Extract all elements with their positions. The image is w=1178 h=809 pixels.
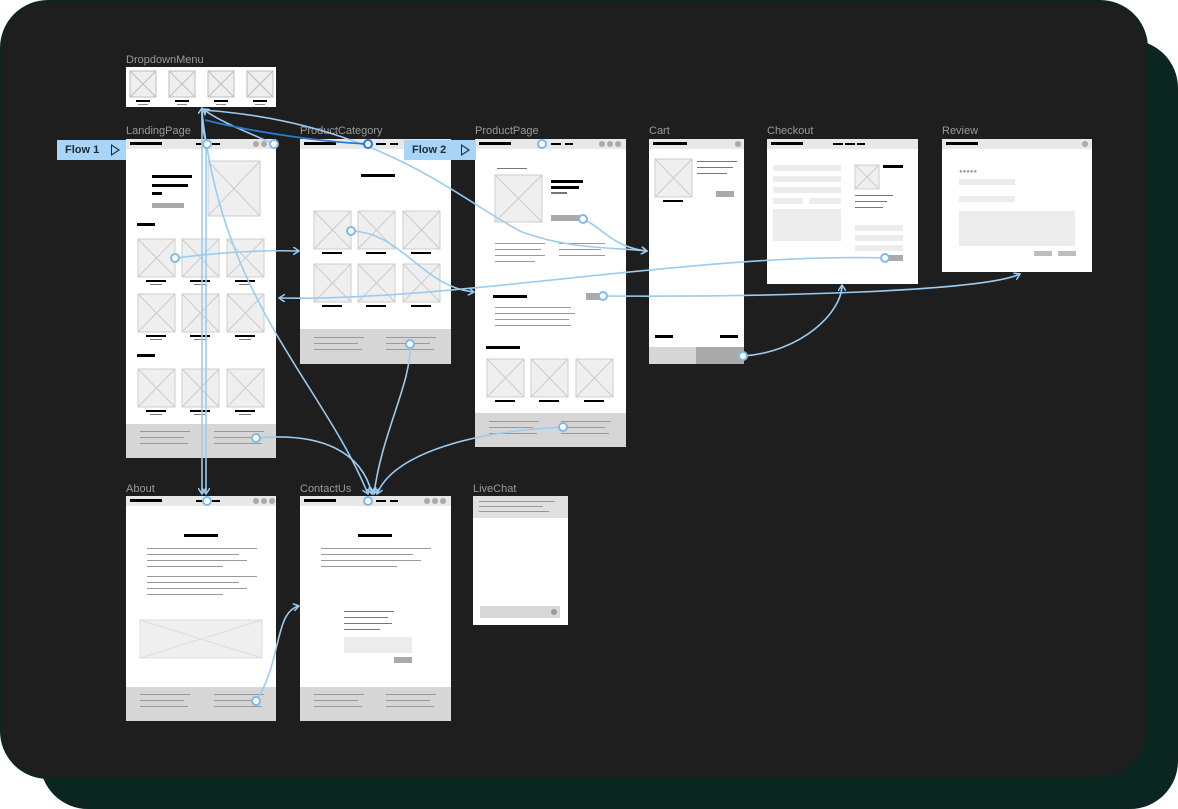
contact-us-wireframe — [300, 496, 451, 721]
hotspot-product-footer[interactable] — [558, 422, 568, 432]
hotspot-checkout-confirm[interactable] — [880, 253, 890, 263]
hotspot-contact-menu[interactable] — [363, 496, 373, 506]
hotspot-cart-checkout[interactable] — [738, 351, 748, 361]
frame-label-live-chat[interactable]: LiveChat — [473, 483, 516, 495]
live-chat-wireframe — [473, 496, 568, 618]
frame-cart[interactable] — [649, 139, 744, 364]
connector-category-footer-to-contact — [374, 343, 411, 494]
flow-2-start[interactable]: Flow 2 — [404, 140, 476, 160]
frame-review[interactable]: ●●●●● — [942, 139, 1092, 272]
frame-label-cart[interactable]: Cart — [649, 125, 670, 137]
hotspot-landing-footer[interactable] — [251, 433, 261, 443]
hotspot-landing-nav[interactable] — [269, 139, 279, 149]
connector-cart-to-checkout — [742, 285, 842, 357]
frame-label-contact-us[interactable]: ContactUs — [300, 483, 351, 495]
frame-label-about[interactable]: About — [126, 483, 155, 495]
frame-label-dropdown-menu[interactable]: DropdownMenu — [126, 54, 204, 66]
hotspot-product-menu[interactable] — [537, 139, 547, 149]
hotspot-about-menu[interactable] — [202, 496, 212, 506]
frame-product-category[interactable] — [300, 139, 451, 364]
product-category-wireframe — [300, 139, 451, 364]
hotspot-landing-menu[interactable] — [202, 139, 212, 149]
frame-label-landing-page[interactable]: LandingPage — [126, 125, 191, 137]
hotspot-add-to-cart[interactable] — [578, 214, 588, 224]
flow-2-label: Flow 2 — [412, 144, 447, 156]
frame-label-review[interactable]: Review — [942, 125, 978, 137]
flow-1-label: Flow 1 — [65, 144, 100, 156]
frame-live-chat[interactable] — [473, 496, 568, 625]
dropdown-wireframe — [129, 70, 274, 105]
frame-checkout[interactable] — [767, 139, 918, 284]
hotspot-category-item[interactable] — [346, 226, 356, 236]
checkout-wireframe — [767, 139, 918, 261]
frame-about[interactable] — [126, 496, 276, 721]
cart-wireframe — [649, 139, 744, 364]
frame-dropdown-menu[interactable] — [126, 67, 276, 107]
about-wireframe — [126, 496, 276, 721]
frame-landing-page[interactable] — [126, 139, 276, 458]
review-rating-stars[interactable]: ●●●●● — [959, 168, 977, 176]
frame-label-checkout[interactable]: Checkout — [767, 125, 813, 137]
flow-1-start[interactable]: Flow 1 — [57, 140, 126, 160]
hotspot-about-footer[interactable] — [251, 696, 261, 706]
frame-label-product-category[interactable]: ProductCategory — [300, 125, 383, 137]
hotspot-category-footer[interactable] — [405, 339, 415, 349]
play-icon — [111, 144, 120, 156]
review-wireframe — [942, 139, 1092, 256]
hotspot-category-menu[interactable] — [363, 139, 373, 149]
hotspot-landing-product[interactable] — [170, 253, 180, 263]
prototype-canvas[interactable]: DropdownMenu LandingPage ProductCategory… — [0, 0, 1148, 779]
play-icon — [461, 144, 470, 156]
hotspot-product-review[interactable] — [598, 291, 608, 301]
frame-contact-us[interactable] — [300, 496, 451, 721]
frame-label-product-page[interactable]: ProductPage — [475, 125, 539, 137]
landing-page-wireframe — [126, 139, 276, 458]
